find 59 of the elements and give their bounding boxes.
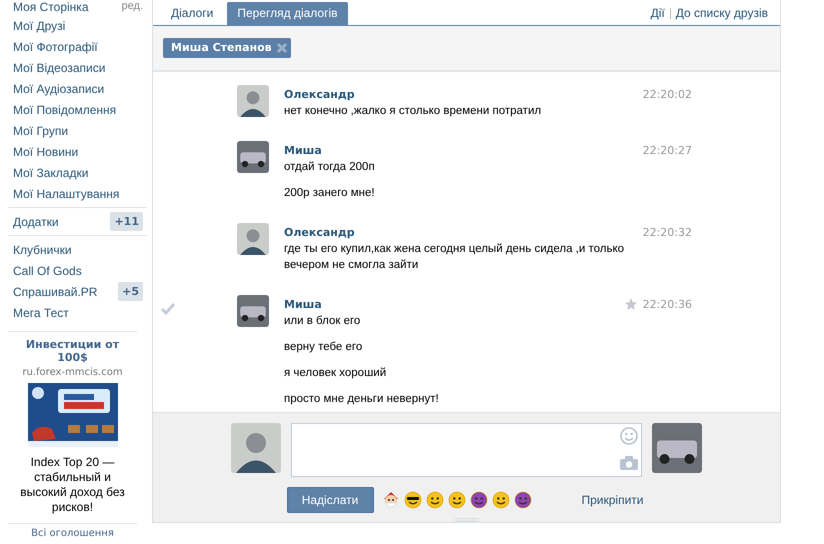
message-text: верну тебе его (284, 340, 364, 355)
message-text: 200р занего мне! (284, 186, 376, 201)
message-text: просто мне деньги невернут! (284, 392, 440, 407)
sidebar-link[interactable]: Call Of Gods (13, 264, 82, 278)
count-badge: +11 (110, 212, 143, 231)
santa-face-icon (382, 491, 400, 509)
sidebar-link[interactable]: Моя Сторінка (13, 0, 88, 14)
sidebar-link[interactable]: Клубнички (13, 242, 72, 256)
edit-link[interactable]: ред. (122, 0, 143, 12)
ad-title[interactable]: Инвестиции от 100$ (18, 338, 128, 364)
camera-icon (620, 456, 638, 470)
check-icon[interactable] (161, 303, 175, 315)
message-input[interactable] (291, 423, 642, 477)
user-silhouette-placeholder (237, 223, 269, 255)
author-name[interactable]: Миша (284, 298, 322, 310)
sidebar-link[interactable]: Мої Групи (13, 124, 68, 138)
close-icon[interactable] (276, 42, 287, 52)
message-text: я человек хороший (284, 366, 388, 381)
sidebar-link[interactable]: Мої Відеозаписи (13, 60, 106, 74)
ad-domain: ru.forex-mmcis.com (22, 367, 123, 378)
attach-link[interactable]: Прикріпити (582, 493, 644, 507)
sidebar-link[interactable]: Мої Фотографії (13, 40, 98, 54)
message-time: 22:20:27 (642, 144, 692, 156)
sidebar-link[interactable]: Мої Новини (13, 144, 78, 158)
author-name[interactable]: Олександр (284, 226, 355, 238)
all-ads-link[interactable]: Всі оголошення (8, 528, 147, 540)
sidebar-link[interactable]: Мега Тест (13, 306, 69, 320)
sidebar-link[interactable]: Мої Налаштування (13, 186, 120, 200)
tab[interactable]: Перегляд діалогів (227, 2, 348, 25)
message-time: 22:20:32 (642, 226, 692, 238)
message-text: или в блок его (284, 314, 362, 329)
sunglasses-face-icon (404, 491, 422, 509)
message-text: нет конечно ,жалко я столько времени потратил (284, 104, 542, 119)
car-photo-placeholder (652, 423, 702, 473)
user-silhouette-placeholder (237, 85, 269, 117)
car-photo-placeholder (237, 141, 269, 173)
message-text: где ты его купил,как жена сегодня целый день сидела ,и только вечером не смогла зайти (284, 242, 626, 273)
send-button[interactable]: Надіслати (286, 487, 374, 513)
sidebar-link[interactable]: Мої Друзі (13, 18, 66, 32)
sidebar-link[interactable]: Мої Повідомлення (13, 102, 116, 116)
recipient-name: Миша Степанов (171, 41, 272, 54)
top-link[interactable]: Дії (650, 6, 665, 20)
sidebar-link[interactable]: Додатки (13, 214, 59, 228)
author-name[interactable]: Олександр (284, 88, 355, 100)
user-silhouette-placeholder (231, 423, 281, 473)
smiley-icon (620, 427, 638, 445)
sidebar-link[interactable]: Мої Закладки (13, 166, 88, 180)
author-name[interactable]: Миша (284, 144, 322, 156)
ad-text: Index Top 20 — стабильный и высокий доход без рисков! (19, 455, 126, 515)
message-time: 22:20:02 (642, 88, 692, 100)
sidebar-link[interactable]: Спрашивай.PR (13, 284, 98, 298)
sidebar-link[interactable]: Мої Аудіозаписи (13, 82, 104, 96)
tab[interactable]: Діалоги (161, 2, 224, 25)
star-icon[interactable] (624, 298, 637, 310)
top-link[interactable]: До списку друзів (676, 6, 768, 20)
count-badge: +5 (118, 282, 143, 301)
message-time: 22:20:36 (642, 298, 692, 310)
message-text: отдай тогда 200п (284, 160, 376, 175)
car-photo-placeholder (237, 295, 269, 327)
